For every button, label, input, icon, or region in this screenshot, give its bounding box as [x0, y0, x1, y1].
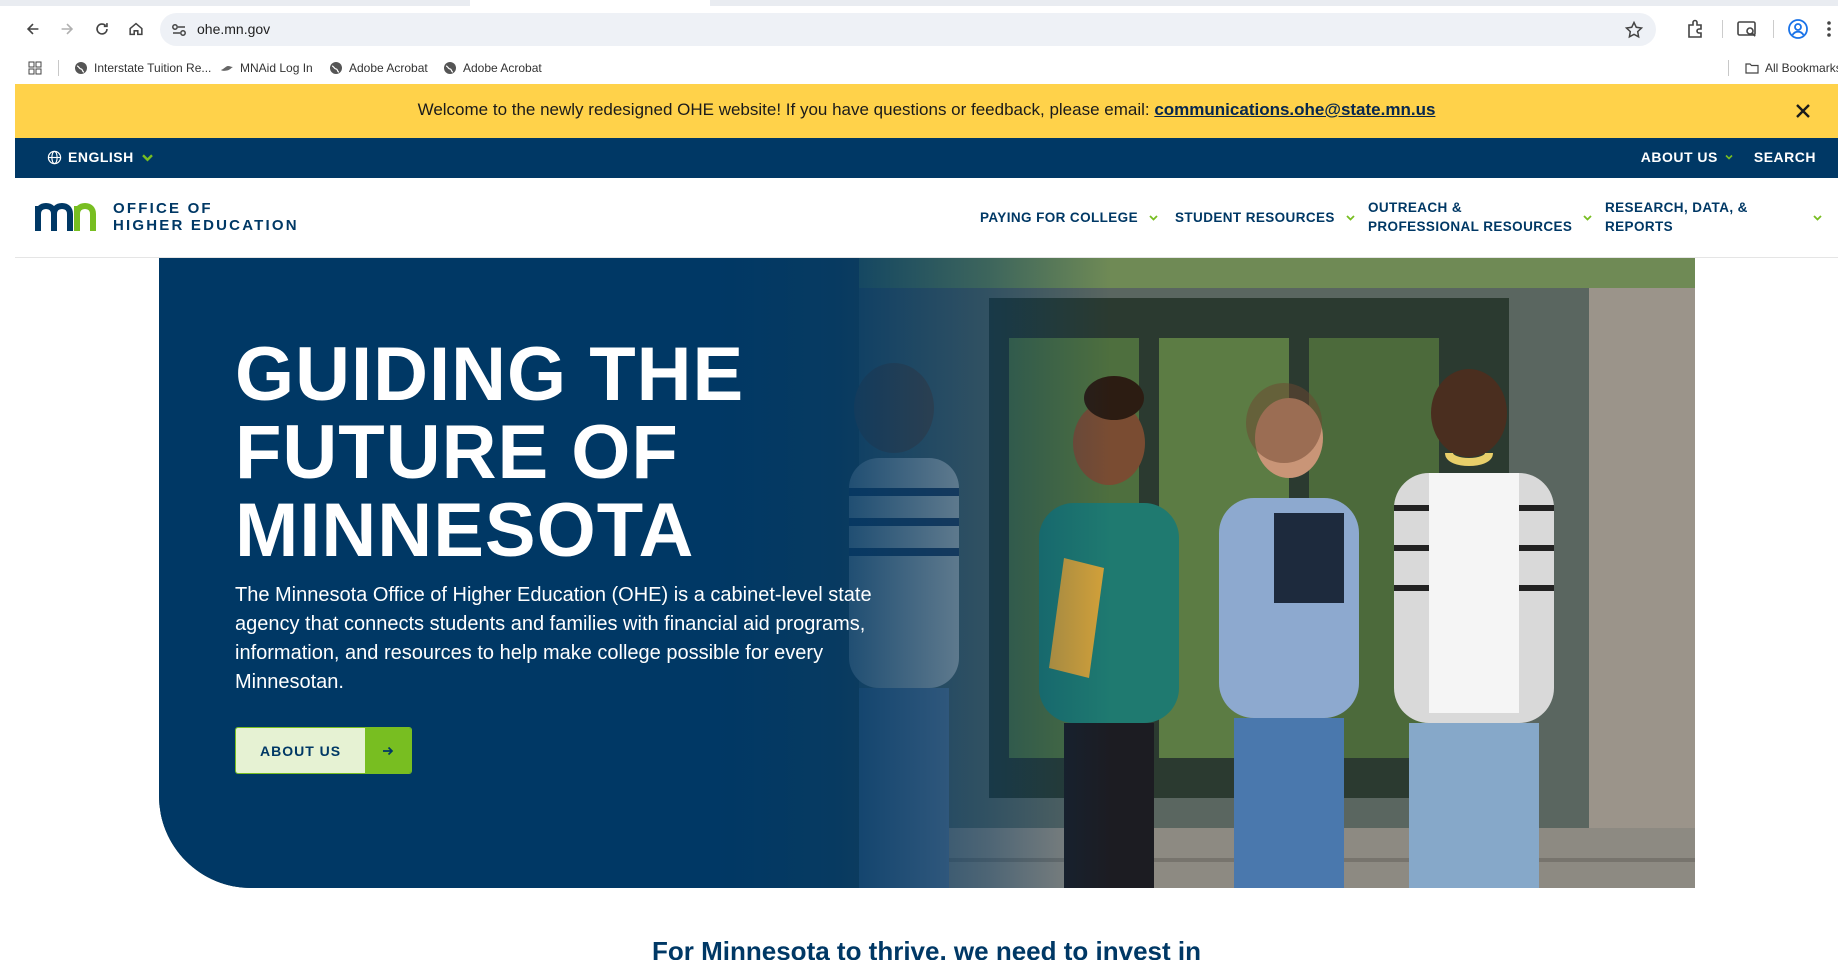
- minnesota-logo-icon: [35, 202, 96, 231]
- tab-search-icon[interactable]: [1735, 17, 1759, 41]
- back-icon[interactable]: [19, 15, 47, 43]
- about-us-label: ABOUT US: [1640, 149, 1718, 165]
- chevron-down-icon: [1583, 214, 1592, 221]
- bookmark-item[interactable]: Adobe Acrobat: [329, 59, 428, 77]
- bookmark-item[interactable]: Adobe Acrobat: [443, 59, 542, 77]
- about-us-button-label: ABOUT US: [236, 728, 366, 773]
- search-link[interactable]: SEARCH: [1754, 149, 1816, 165]
- nav-label-line: RESEARCH, DATA, &: [1605, 200, 1748, 215]
- utility-bar: ENGLISH ABOUT US SEARCH: [15, 138, 1838, 178]
- announcement-text: Welcome to the newly redesigned OHE webs…: [15, 100, 1838, 120]
- bookmark-star-icon[interactable]: [1624, 20, 1644, 40]
- globe-icon: [330, 62, 342, 74]
- toolbar-divider: [1773, 20, 1774, 38]
- announcement-message: Welcome to the newly redesigned OHE webs…: [417, 100, 1155, 119]
- menu-kebab-icon[interactable]: [1822, 17, 1836, 41]
- main-navigation: OFFICE OF HIGHER EDUCATION PAYING FOR CO…: [15, 178, 1838, 258]
- all-bookmarks-label: All Bookmarks: [1765, 61, 1838, 75]
- nav-label-line: OUTREACH &: [1368, 200, 1462, 215]
- chevron-down-icon: [141, 153, 153, 161]
- apps-grid-icon[interactable]: [28, 59, 42, 77]
- bird-icon: [221, 66, 233, 71]
- bookmark-item[interactable]: Interstate Tuition Re...: [74, 59, 211, 77]
- all-bookmarks-button[interactable]: All Bookmarks: [1745, 59, 1838, 77]
- bookmark-item[interactable]: MNAid Log In: [220, 59, 313, 77]
- bookmark-label: Interstate Tuition Re...: [94, 61, 212, 75]
- bookmark-label: Adobe Acrobat: [349, 61, 428, 75]
- hero-description: The Minnesota Office of Higher Education…: [235, 584, 872, 693]
- hero-banner: GUIDING THE FUTURE OF MINNESOTA The Minn…: [159, 258, 1695, 888]
- chevron-down-icon: [1725, 154, 1733, 160]
- profile-icon[interactable]: [1786, 17, 1810, 41]
- logo-line-1: OFFICE OF: [113, 200, 213, 217]
- website: Welcome to the newly redesigned OHE webs…: [15, 84, 1838, 960]
- language-label: ENGLISH: [68, 149, 134, 165]
- announcement-banner: Welcome to the newly redesigned OHE webs…: [15, 84, 1838, 138]
- nav-outreach-professional-resources[interactable]: OUTREACH & PROFESSIONAL RESOURCES: [1368, 198, 1593, 236]
- nav-label: RESEARCH, DATA, & REPORTS: [1605, 198, 1748, 236]
- nav-label-line: REPORTS: [1605, 219, 1674, 234]
- announcement-email-link[interactable]: communications.ohe@state.mn.us: [1154, 100, 1435, 119]
- bookmarks-bar: Interstate Tuition Re... MNAid Log In Ad…: [0, 52, 1838, 84]
- reload-icon[interactable]: [88, 15, 116, 43]
- nav-label: OUTREACH & PROFESSIONAL RESOURCES: [1368, 198, 1572, 236]
- bookmark-label: MNAid Log In: [240, 61, 313, 75]
- about-us-menu[interactable]: ABOUT US: [1641, 149, 1734, 165]
- forward-icon[interactable]: [53, 15, 81, 43]
- home-icon[interactable]: [122, 15, 150, 43]
- nav-research-data-reports[interactable]: RESEARCH, DATA, & REPORTS: [1605, 198, 1823, 236]
- nav-label-line: PROFESSIONAL RESOURCES: [1368, 219, 1573, 234]
- folder-icon: [1745, 63, 1759, 74]
- extensions-icon[interactable]: [1684, 17, 1708, 41]
- about-us-button[interactable]: ABOUT US: [235, 727, 413, 774]
- chevron-down-icon: [1149, 215, 1158, 221]
- logo-wordmark: OFFICE OF HIGHER EDUCATION: [113, 200, 299, 234]
- section-intro-heading: For Minnesota to thrive, we need to inve…: [652, 936, 1201, 960]
- chevron-down-icon: [1813, 214, 1822, 221]
- nav-paying-for-college[interactable]: PAYING FOR COLLEGE: [980, 208, 1159, 227]
- site-info-icon[interactable]: [170, 21, 188, 39]
- hero-title: GUIDING THE FUTURE OF MINNESOTA: [235, 336, 935, 570]
- ohe-logo[interactable]: OFFICE OF HIGHER EDUCATION: [35, 200, 299, 234]
- hero-title-line: MINNESOTA: [235, 488, 695, 573]
- toolbar-divider: [1722, 20, 1723, 38]
- nav-student-resources[interactable]: STUDENT RESOURCES: [1175, 208, 1356, 227]
- language-selector[interactable]: ENGLISH: [47, 149, 155, 165]
- bookmarks-divider: [1728, 60, 1729, 76]
- bookmark-label: Adobe Acrobat: [463, 61, 542, 75]
- globe-icon: [47, 150, 62, 164]
- bookmarks-divider: [58, 60, 59, 76]
- nav-label: PAYING FOR COLLEGE: [980, 210, 1138, 225]
- logo-line-2: HIGHER EDUCATION: [113, 217, 299, 234]
- arrow-right-icon: [365, 728, 412, 773]
- chevron-down-icon: [1346, 215, 1355, 221]
- address-bar[interactable]: ohe.mn.gov: [160, 13, 1656, 46]
- close-icon[interactable]: [1791, 99, 1815, 123]
- url-text[interactable]: ohe.mn.gov: [197, 21, 270, 37]
- browser-toolbar: ohe.mn.gov: [0, 6, 1838, 52]
- globe-icon: [444, 62, 456, 74]
- globe-icon: [75, 62, 87, 74]
- nav-label: STUDENT RESOURCES: [1175, 210, 1335, 225]
- utility-links: ABOUT US SEARCH: [1641, 149, 1816, 165]
- hero-title-line: GUIDING THE: [235, 332, 745, 417]
- hero-title-line: FUTURE OF: [235, 410, 679, 495]
